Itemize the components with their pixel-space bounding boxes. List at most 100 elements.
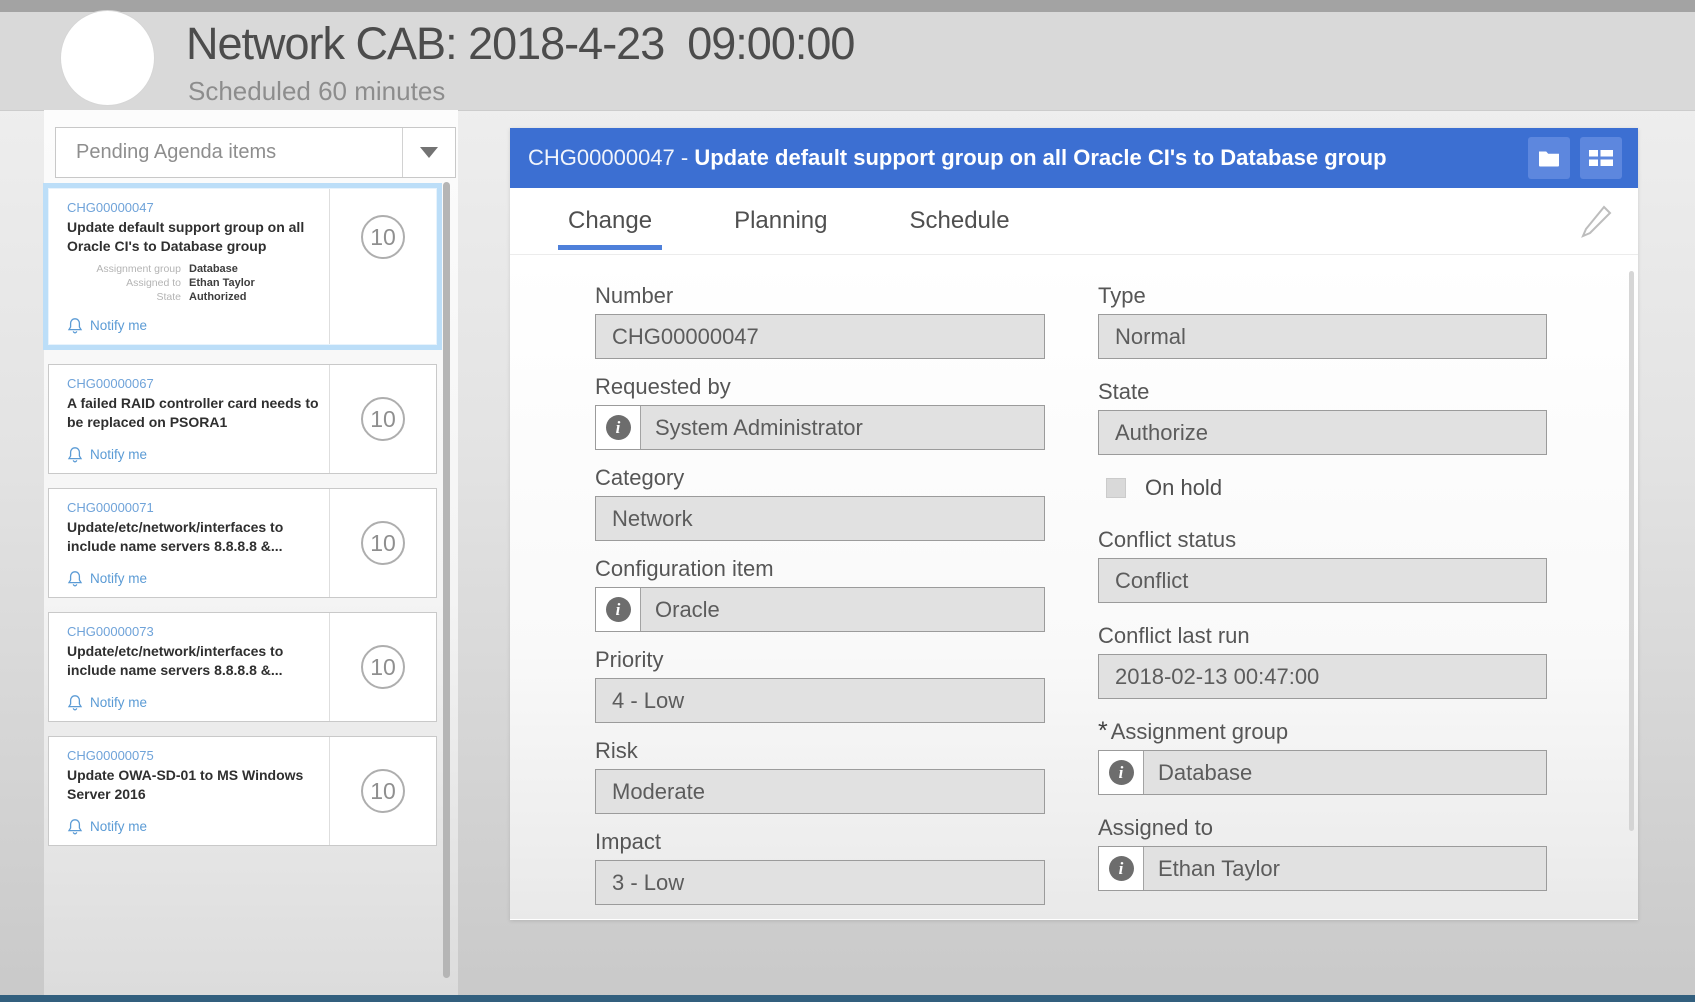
reference-info-button[interactable]: i	[596, 406, 641, 449]
agenda-sidebar: Pending Agenda items CHG00000047 Update …	[44, 110, 458, 995]
field-label: Requested by	[595, 376, 1045, 398]
folder-view-button[interactable]	[1528, 137, 1570, 179]
pencil-icon	[1581, 204, 1613, 238]
field-value: CHG00000047	[596, 315, 1044, 358]
field-input[interactable]: Authorize	[1098, 410, 1547, 455]
on-hold-label: On hold	[1145, 475, 1222, 501]
change-form: Number CHG00000047 Requested by i System…	[510, 255, 1638, 919]
record-title-separator: -	[675, 145, 695, 171]
notify-me-button[interactable]: Notify me	[67, 570, 321, 587]
agenda-item-card[interactable]: CHG00000067 A failed RAID controller car…	[48, 364, 437, 474]
field-value: Database	[1144, 751, 1546, 794]
field-input[interactable]: 4 - Low	[595, 678, 1045, 723]
sidebar-scrollbar[interactable]	[443, 182, 450, 978]
form-field: Requested by i System Administrator	[595, 376, 1045, 450]
change-number-link[interactable]: CHG00000073	[67, 624, 321, 639]
grid-view-icon	[1589, 150, 1613, 166]
duration-badge: 10	[361, 397, 405, 441]
notify-me-label: Notify me	[90, 447, 147, 462]
form-scrollbar[interactable]	[1629, 271, 1634, 831]
field-input[interactable]: CHG00000047	[595, 314, 1045, 359]
field-input[interactable]: Conflict	[1098, 558, 1547, 603]
record-title: Update default support group on all Orac…	[694, 145, 1386, 171]
agenda-item-body: CHG00000067 A failed RAID controller car…	[49, 365, 329, 473]
duration-badge: 10	[361, 521, 405, 565]
duration-value: 10	[370, 778, 396, 805]
field-value: 3 - Low	[596, 861, 1044, 904]
field-value: Conflict	[1099, 559, 1546, 602]
field-value: Network	[596, 497, 1044, 540]
tab-change[interactable]: Change	[568, 188, 652, 254]
field-input[interactable]: Normal	[1098, 314, 1547, 359]
reference-info-button[interactable]: i	[596, 588, 641, 631]
agenda-item-body: CHG00000073 Update/etc/network/interface…	[49, 613, 329, 721]
form-field: *Assignment group i Database	[1098, 721, 1547, 795]
info-icon: i	[1109, 856, 1134, 881]
change-number-link[interactable]: CHG00000067	[67, 376, 321, 391]
duration-value: 10	[370, 406, 396, 433]
field-input[interactable]: Network	[595, 496, 1045, 541]
dropdown-arrow-button[interactable]	[402, 128, 455, 177]
field-label: *Assignment group	[1098, 721, 1547, 743]
change-number-link[interactable]: CHG00000071	[67, 500, 321, 515]
field-input[interactable]: 3 - Low	[595, 860, 1045, 905]
field-value: Authorize	[1099, 411, 1546, 454]
meta-value: Authorized	[189, 290, 246, 304]
field-input[interactable]: Moderate	[595, 769, 1045, 814]
duration-value: 10	[370, 224, 396, 251]
duration-value: 10	[370, 654, 396, 681]
bell-icon	[67, 446, 83, 463]
form-field: Conflict status Conflict	[1098, 529, 1547, 603]
record-panel-header: CHG00000047 - Update default support gro…	[510, 128, 1638, 188]
window-bottom-bar	[0, 995, 1695, 1002]
agenda-item-card[interactable]: CHG00000075 Update OWA-SD-01 to MS Windo…	[48, 736, 437, 846]
field-value: Normal	[1099, 315, 1546, 358]
field-input[interactable]: i Database	[1098, 750, 1547, 795]
form-field: Conflict last run 2018-02-13 00:47:00	[1098, 625, 1547, 699]
form-field: Priority 4 - Low	[595, 649, 1045, 723]
reference-info-button[interactable]: i	[1099, 847, 1144, 890]
bell-icon	[67, 317, 83, 334]
field-label: Assigned to	[1098, 817, 1547, 839]
tab-schedule[interactable]: Schedule	[910, 188, 1010, 254]
agenda-item-card[interactable]: CHG00000071 Update/etc/network/interface…	[48, 488, 437, 598]
window-top-strip	[0, 0, 1695, 12]
agenda-filter-dropdown[interactable]: Pending Agenda items	[55, 127, 456, 178]
form-field: Impact 3 - Low	[595, 831, 1045, 905]
notify-me-button[interactable]: Notify me	[67, 818, 321, 835]
change-meta: Assignment groupDatabaseAssigned toEthan…	[67, 262, 321, 304]
agenda-item-card[interactable]: CHG00000047 Update default support group…	[48, 188, 437, 345]
field-input[interactable]: 2018-02-13 00:47:00	[1098, 654, 1547, 699]
change-short-description: A failed RAID controller card needs to b…	[67, 394, 321, 432]
change-number-link[interactable]: CHG00000047	[67, 200, 321, 215]
meta-row: Assignment groupDatabase	[67, 262, 321, 276]
form-field: Type Normal	[1098, 285, 1547, 359]
on-hold-checkbox[interactable]	[1106, 478, 1126, 498]
bell-icon	[67, 818, 83, 835]
notify-me-label: Notify me	[90, 318, 147, 333]
change-number-link[interactable]: CHG00000075	[67, 748, 321, 763]
field-value: Moderate	[596, 770, 1044, 813]
agenda-item-duration-cell: 10	[329, 613, 436, 721]
notify-me-button[interactable]: Notify me	[67, 317, 321, 334]
field-label: Conflict last run	[1098, 625, 1547, 647]
field-label: Type	[1098, 285, 1547, 307]
field-input[interactable]: i Ethan Taylor	[1098, 846, 1547, 891]
edit-pencil-button[interactable]	[1580, 203, 1614, 239]
grid-view-button[interactable]	[1580, 137, 1622, 179]
field-label: Number	[595, 285, 1045, 307]
tab-planning[interactable]: Planning	[734, 188, 827, 254]
field-value: Oracle	[641, 588, 1044, 631]
field-input[interactable]: i System Administrator	[595, 405, 1045, 450]
change-short-description: Update/etc/network/interfaces to include…	[67, 518, 321, 556]
form-field: Risk Moderate	[595, 740, 1045, 814]
field-input[interactable]: i Oracle	[595, 587, 1045, 632]
reference-info-button[interactable]: i	[1099, 751, 1144, 794]
field-label: Priority	[595, 649, 1045, 671]
notify-me-button[interactable]: Notify me	[67, 446, 321, 463]
meta-row: Assigned toEthan Taylor	[67, 276, 321, 290]
notify-me-button[interactable]: Notify me	[67, 694, 321, 711]
agenda-item-card[interactable]: CHG00000073 Update/etc/network/interface…	[48, 612, 437, 722]
form-field: Assigned to i Ethan Taylor	[1098, 817, 1547, 891]
agenda-filter-selected: Pending Agenda items	[76, 128, 276, 177]
